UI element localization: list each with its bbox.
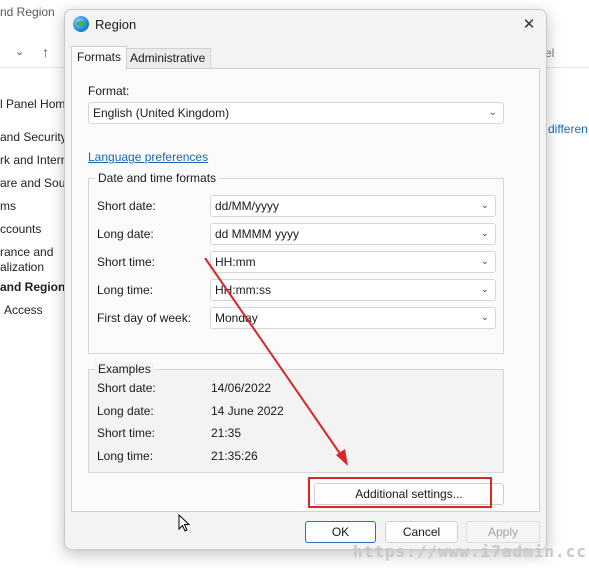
tab-formats[interactable]: Formats: [71, 46, 128, 70]
annotation-arrow: [204, 257, 348, 466]
watermark: https://www.i7admin.cc: [353, 542, 587, 561]
mouse-pointer-icon: [178, 514, 191, 532]
